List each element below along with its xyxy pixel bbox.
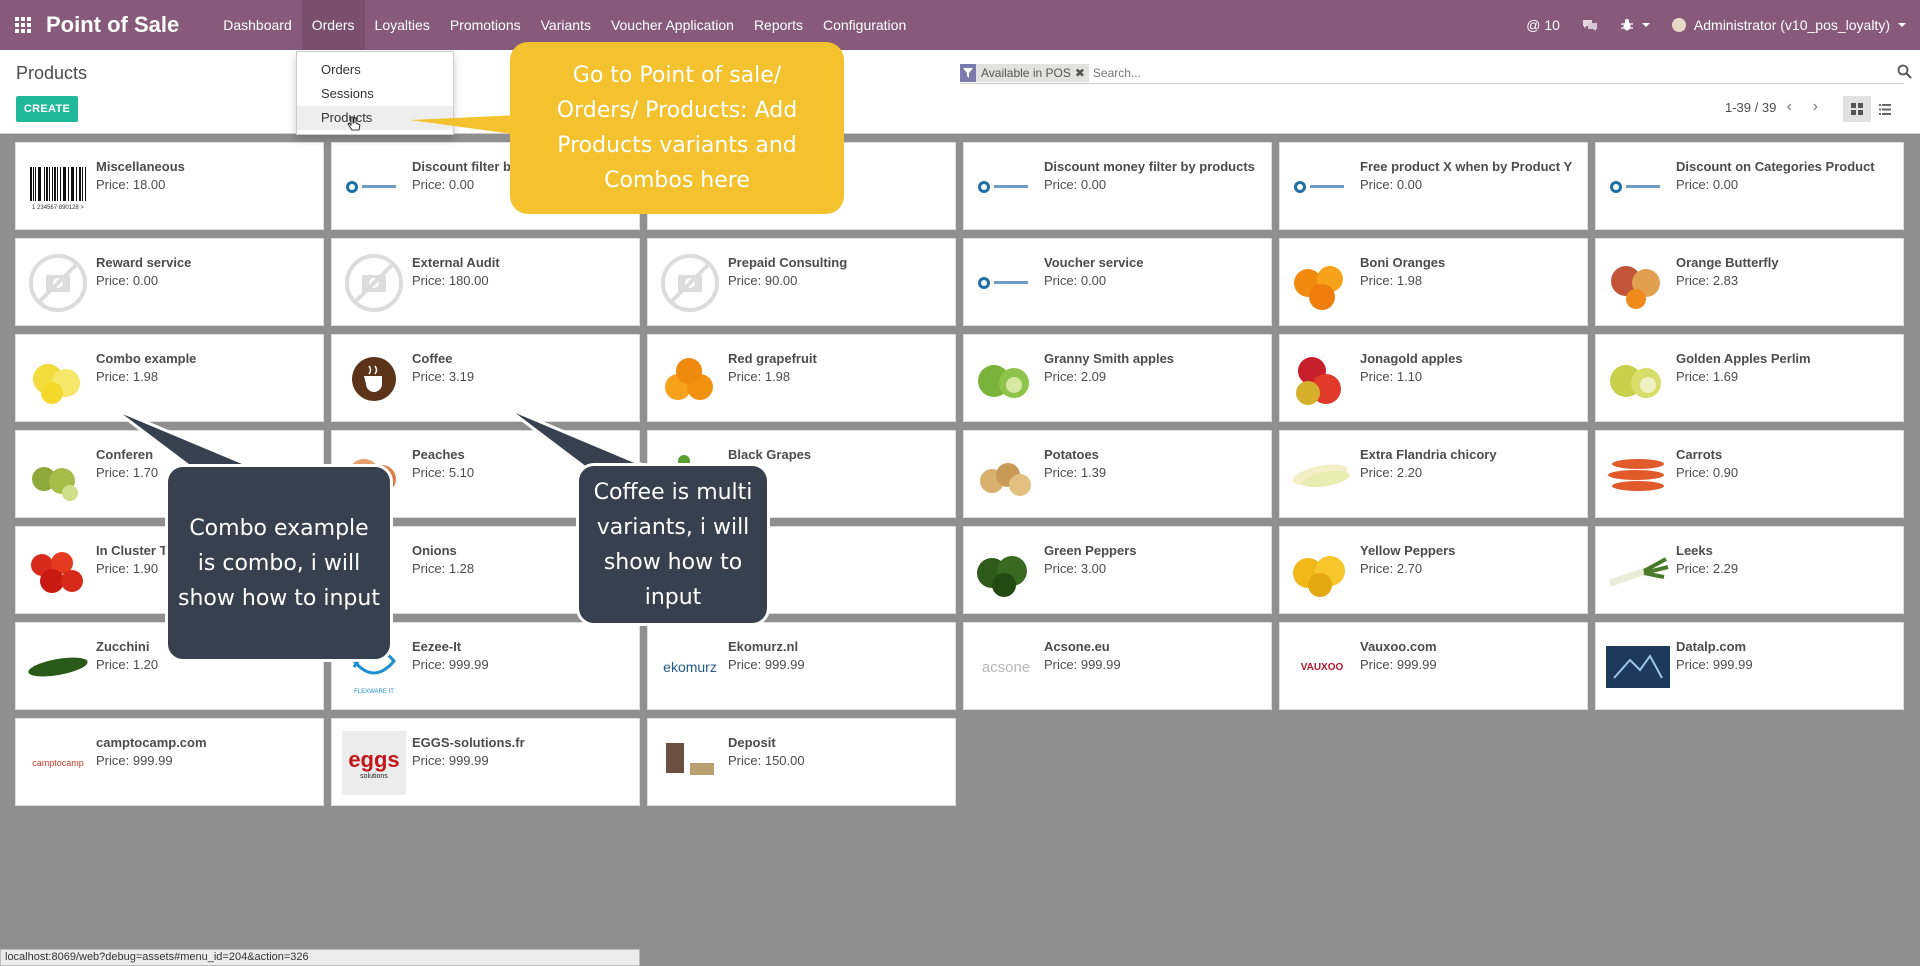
- instruction-pointer: [410, 115, 520, 135]
- combo-callout: Combo example is combo, i will show how …: [165, 464, 393, 662]
- coffee-callout: Coffee is multi variants, i will show ho…: [576, 463, 770, 626]
- instruction-callout: Go to Point of sale/ Orders/ Products: A…: [510, 42, 844, 214]
